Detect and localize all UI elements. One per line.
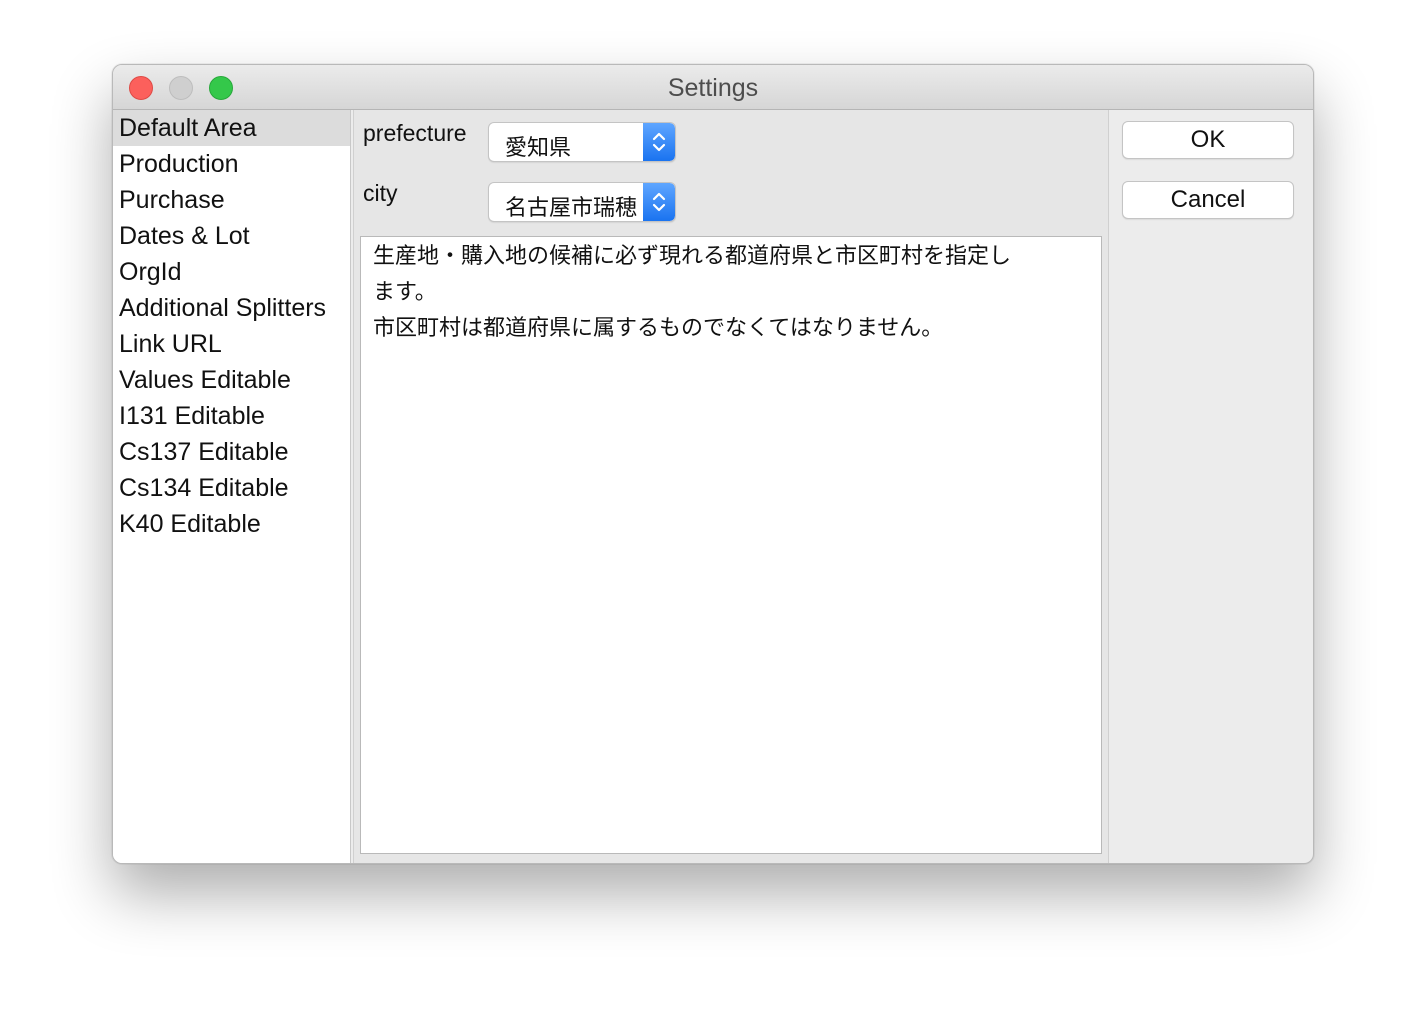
description-line: ます。	[373, 280, 437, 305]
sidebar-item-values-editable[interactable]: Values Editable	[113, 362, 350, 398]
ok-button[interactable]: OK	[1122, 121, 1294, 159]
sidebar-item-production[interactable]: Production	[113, 146, 350, 182]
window-title: Settings	[667, 74, 759, 102]
sidebar-item-link-url[interactable]: Link URL	[113, 326, 350, 362]
description-text-area[interactable]: 生産地・購入地の候補に必ず現れる都道府県と市区町村を指定し ます。 市区町村は都…	[360, 236, 1102, 854]
settings-category-list[interactable]: Default Area Production Purchase Dates &…	[113, 110, 351, 863]
city-label: city	[363, 180, 398, 206]
sidebar-item-orgid[interactable]: OrgId	[113, 254, 350, 290]
sidebar-item-cs137-editable[interactable]: Cs137 Editable	[113, 434, 350, 470]
prefecture-value: 愛知県	[505, 136, 572, 161]
sidebar-item-default-area[interactable]: Default Area	[113, 110, 350, 146]
sidebar-item-purchase[interactable]: Purchase	[113, 182, 350, 218]
city-popup[interactable]: 名古屋市瑞穂	[488, 182, 676, 222]
prefecture-label: prefecture	[363, 120, 467, 146]
sidebar-item-additional-splitters[interactable]: Additional Splitters	[113, 290, 350, 326]
title-bar[interactable]: Settings	[113, 65, 1313, 110]
sidebar-item-cs134-editable[interactable]: Cs134 Editable	[113, 470, 350, 506]
chevron-up-down-icon[interactable]	[643, 183, 675, 221]
description-line: 市区町村は都道府県に属するものでなくてはなりません。	[373, 316, 944, 341]
chevron-up-down-icon[interactable]	[643, 123, 675, 161]
city-value: 名古屋市瑞穂	[505, 196, 638, 221]
settings-window: Settings Default Area Production Purchas…	[112, 64, 1314, 864]
settings-detail-panel: prefecture 愛知県 city 名古屋市瑞穂 生産地・購入地の候補に必ず…	[353, 110, 1109, 863]
sidebar-item-dates-lot[interactable]: Dates & Lot	[113, 218, 350, 254]
prefecture-popup[interactable]: 愛知県	[488, 122, 676, 162]
sidebar-item-i131-editable[interactable]: I131 Editable	[113, 398, 350, 434]
cancel-button[interactable]: Cancel	[1122, 181, 1294, 219]
sidebar-item-k40-editable[interactable]: K40 Editable	[113, 506, 350, 542]
description-line: 生産地・購入地の候補に必ず現れる都道府県と市区町村を指定し	[373, 244, 1012, 269]
